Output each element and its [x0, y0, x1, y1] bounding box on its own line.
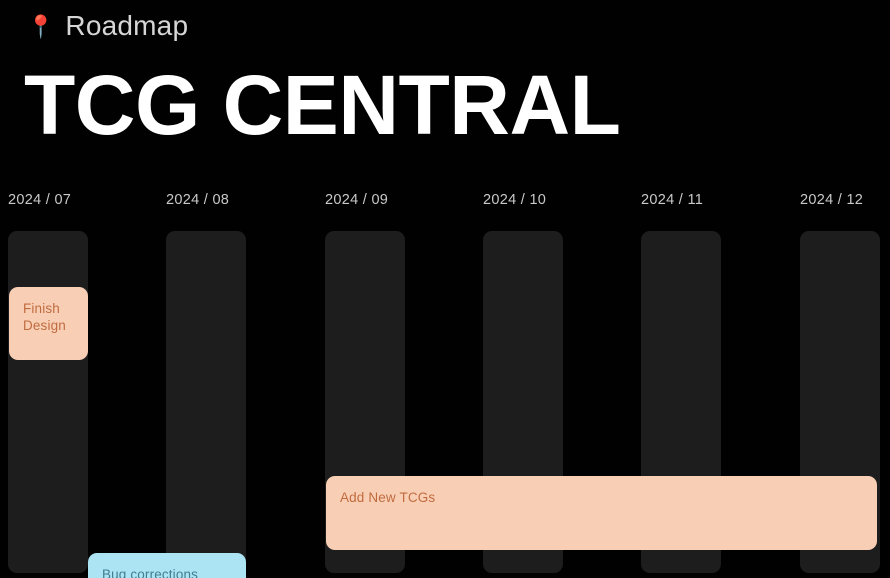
roadmap-page: 📍 Roadmap TCG CENTRAL 2024 / 07 2024 / 08…	[0, 0, 890, 578]
timeline-task-cards: Finish DesignBug correctionsAdd Multi La…	[0, 190, 890, 578]
page-title: TCG CENTRAL	[24, 58, 621, 152]
task-card-label: Bug corrections	[102, 567, 199, 578]
round-pushpin-icon: 📍	[27, 14, 55, 39]
task-card-label: Add New TCGs	[340, 490, 436, 505]
breadcrumb-label: Roadmap	[65, 10, 189, 41]
task-card-label: Finish Design	[23, 301, 66, 333]
task-card[interactable]: Add New TCGs	[326, 476, 877, 550]
task-card[interactable]: Finish Design	[9, 287, 88, 360]
task-card[interactable]: Bug corrections	[88, 553, 246, 578]
breadcrumb[interactable]: 📍 Roadmap	[27, 7, 188, 45]
